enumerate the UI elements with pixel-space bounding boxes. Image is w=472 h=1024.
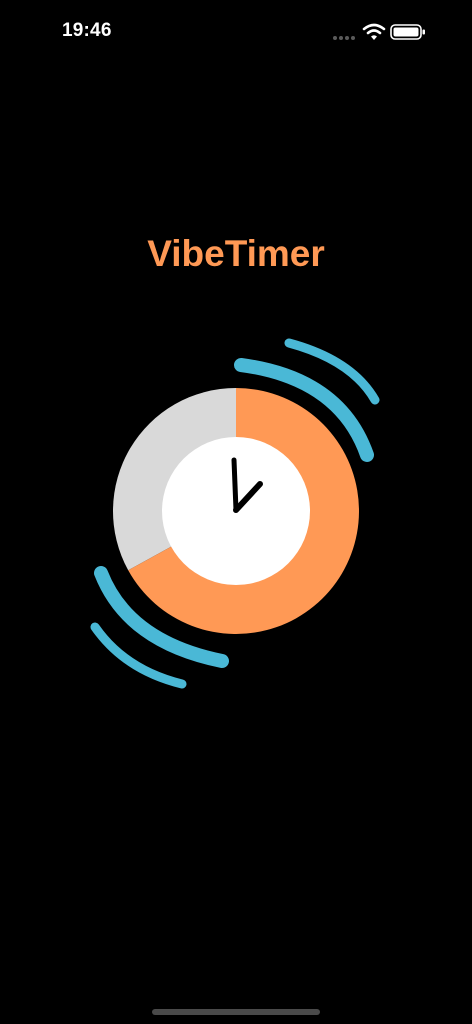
status-icons bbox=[332, 22, 432, 42]
battery-icon bbox=[390, 24, 425, 40]
home-indicator[interactable] bbox=[152, 1009, 320, 1015]
vibration-wave-top-outer bbox=[284, 338, 380, 405]
clock-minute-hand bbox=[231, 457, 239, 513]
status-time: 19:46 bbox=[62, 20, 112, 41]
app-title: VibeTimer bbox=[147, 233, 325, 274]
wifi-icon bbox=[362, 23, 386, 40]
status-bar: 19:46 bbox=[0, 0, 472, 64]
cellular-signal-icon bbox=[333, 36, 355, 40]
vibration-wave-bottom-outer bbox=[90, 622, 187, 689]
timer-graphic bbox=[90, 338, 380, 689]
